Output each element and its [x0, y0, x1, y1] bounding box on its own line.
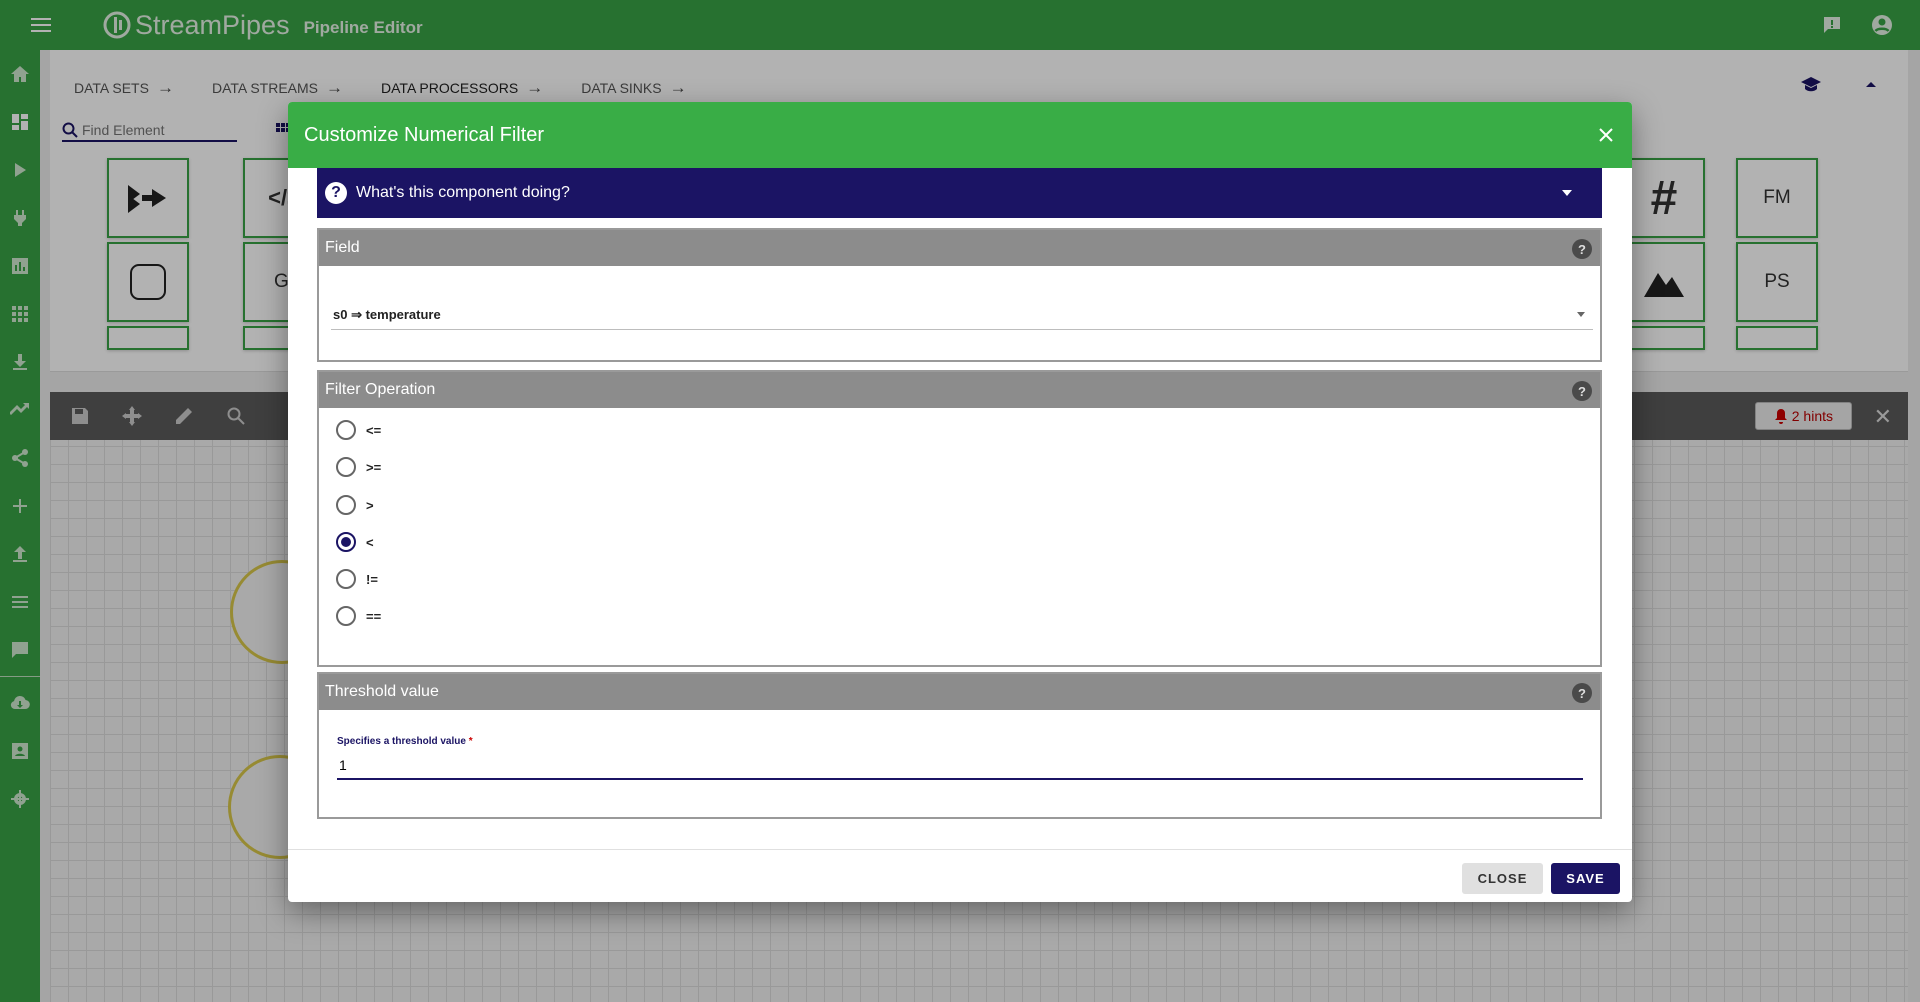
radio-option-lte[interactable]: <=: [336, 418, 381, 442]
radio-button[interactable]: [336, 457, 356, 477]
filter-operation-header: Filter Operation ?: [319, 372, 1600, 408]
threshold-input[interactable]: [337, 752, 1583, 780]
section-title: Filter Operation: [325, 381, 436, 398]
close-button[interactable]: CLOSE: [1462, 863, 1543, 894]
filter-operation-section: Filter Operation ? <= >= > < != ==: [317, 370, 1602, 667]
save-button[interactable]: SAVE: [1551, 863, 1620, 894]
radio-label: >: [366, 497, 374, 513]
dialog-footer: CLOSE SAVE: [288, 849, 1632, 902]
help-label: What's this component doing?: [356, 184, 570, 201]
radio-option-eq[interactable]: ==: [336, 604, 381, 628]
field-select-value: s0 ⇒ temperature: [333, 306, 441, 322]
threshold-label-text: Specifies a threshold value: [337, 736, 466, 747]
field-section: Field ? s0 ⇒ temperature: [317, 228, 1602, 362]
radio-label: <: [366, 534, 374, 550]
radio-label: >=: [366, 459, 382, 475]
help-icon[interactable]: ?: [1572, 381, 1592, 401]
threshold-section-header: Threshold value ?: [319, 674, 1600, 710]
radio-button[interactable]: [336, 569, 356, 589]
help-icon: ?: [325, 182, 347, 204]
radio-label: !=: [366, 571, 378, 587]
radio-option-gt[interactable]: >: [336, 493, 374, 517]
help-icon[interactable]: ?: [1572, 683, 1592, 703]
radio-button[interactable]: [336, 420, 356, 440]
threshold-field-label: Specifies a threshold value *: [337, 736, 473, 747]
section-title: Threshold value: [325, 683, 439, 700]
dialog-header: Customize Numerical Filter: [288, 102, 1632, 168]
component-help-expander[interactable]: ? What's this component doing?: [317, 168, 1602, 218]
chevron-down-icon: [1562, 190, 1572, 196]
radio-button[interactable]: [336, 495, 356, 515]
customize-dialog: Customize Numerical Filter ? What's this…: [288, 102, 1632, 902]
radio-option-gte[interactable]: >=: [336, 455, 381, 479]
field-section-header: Field ?: [319, 230, 1600, 266]
radio-button-selected[interactable]: [336, 532, 356, 552]
chevron-down-icon: [1577, 312, 1585, 317]
section-title: Field: [325, 239, 360, 256]
dialog-body: ? What's this component doing? Field ? s…: [288, 168, 1632, 844]
required-marker: *: [468, 736, 473, 747]
radio-label: <=: [366, 422, 382, 438]
radio-button[interactable]: [336, 606, 356, 626]
threshold-section: Threshold value ? Specifies a threshold …: [317, 672, 1602, 819]
help-icon[interactable]: ?: [1572, 239, 1592, 259]
radio-option-neq[interactable]: !=: [336, 567, 378, 591]
field-select[interactable]: s0 ⇒ temperature: [331, 300, 1593, 330]
radio-label: ==: [366, 608, 382, 624]
radio-option-lt[interactable]: <: [336, 530, 374, 554]
close-icon[interactable]: [1594, 123, 1618, 147]
dialog-title: Customize Numerical Filter: [304, 123, 545, 146]
